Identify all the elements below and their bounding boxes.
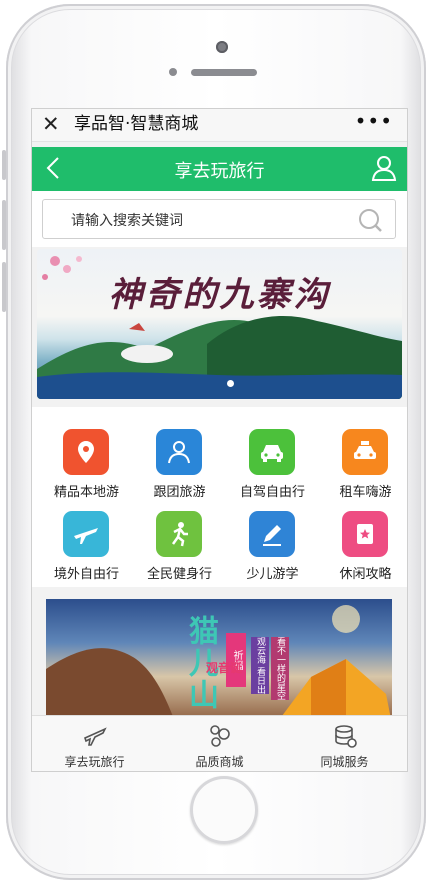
app-screen: ✕ 享品智·智慧商城 ••• 享去玩旅行 请输入搜索关键词 神奇的九寨沟 精品本…: [31, 108, 408, 772]
category-label: 少儿游学: [246, 567, 299, 582]
bookmark-star-icon: [357, 524, 373, 544]
coins-stack-icon: [335, 725, 357, 748]
tab-travel[interactable]: 享去玩旅行: [32, 716, 157, 771]
shop-bubbles-icon: [210, 725, 230, 747]
category-group-tour[interactable]: 跟团旅游: [133, 417, 226, 500]
icon-tile: [63, 511, 109, 557]
location-pin-icon: [78, 441, 94, 463]
carousel-indicator: [227, 380, 234, 387]
tab-label: 品质商城: [195, 755, 244, 769]
mini-program-title: 享品智·智慧商城: [74, 114, 199, 134]
category-label: 境外自由行: [53, 567, 119, 582]
page-title: 享去玩旅行: [174, 161, 265, 182]
car-icon: [261, 445, 283, 462]
airplane-icon: [84, 727, 107, 746]
icon-tile: [249, 511, 295, 557]
banner-carousel[interactable]: 神奇的九寨沟: [37, 249, 402, 399]
icon-tile: [342, 511, 388, 557]
icon-tile: [156, 429, 202, 475]
page-header: 享去玩旅行: [32, 147, 407, 191]
category-overseas[interactable]: 境外自由行: [40, 499, 133, 582]
search-placeholder: 请输入搜索关键词: [71, 213, 183, 229]
icon-tile: [156, 511, 202, 557]
category-label: 跟团旅游: [153, 485, 206, 500]
volume-down-button: [2, 262, 6, 312]
more-icon[interactable]: •••: [355, 111, 393, 131]
promo-banner[interactable]: 猫儿山 祈福 观云海 看日出 看不一样的星空 观音诞: [46, 599, 392, 724]
banner-title: 神奇的九寨沟: [108, 275, 331, 315]
category-fitness[interactable]: 全民健身行: [133, 499, 226, 582]
wechat-topbar: ✕ 享品智·智慧商城 •••: [32, 109, 407, 142]
search-icon[interactable]: [357, 207, 383, 233]
promo-line-3: 观音诞: [206, 661, 243, 675]
user-icon[interactable]: [371, 154, 397, 182]
category-label: 自驾自由行: [239, 485, 305, 500]
airplane-icon: [74, 528, 98, 544]
running-icon: [171, 522, 188, 547]
proximity-sensor: [169, 68, 177, 76]
promo-line-1: 观云海 看日出: [251, 637, 269, 694]
home-button[interactable]: [190, 776, 258, 844]
mute-switch: [2, 150, 6, 180]
group-people-icon: [168, 441, 190, 464]
category-label: 精品本地游: [53, 485, 119, 500]
pencil-icon: [263, 525, 281, 546]
earpiece-speaker: [191, 69, 257, 76]
volume-up-button: [2, 200, 6, 250]
category-label: 租车嗨游: [339, 485, 392, 500]
icon-tile: [63, 429, 109, 475]
category-local-tour[interactable]: 精品本地游: [40, 417, 133, 500]
tab-mall[interactable]: 品质商城: [157, 716, 282, 771]
close-icon[interactable]: ✕: [42, 111, 60, 137]
search-input[interactable]: 请输入搜索关键词: [42, 199, 396, 239]
category-car-rental[interactable]: 租车嗨游: [319, 417, 407, 500]
category-label: 休闲攻略: [339, 567, 392, 582]
category-leisure-guide[interactable]: 休闲攻略: [319, 499, 407, 582]
tab-local-service[interactable]: 同城服务: [282, 716, 407, 771]
category-self-drive[interactable]: 自驾自由行: [226, 417, 319, 500]
category-grid: 精品本地游 跟团旅游 自驾自由行 租车嗨游 境外自由行 全民健身行 少儿游学 休…: [32, 407, 407, 587]
search-area: 请输入搜索关键词: [32, 191, 407, 247]
taxi-icon: [354, 441, 376, 459]
icon-tile: [249, 429, 295, 475]
bottom-tabbar: 享去玩旅行 品质商城 同城服务: [32, 715, 407, 771]
category-label: 全民健身行: [146, 567, 212, 582]
category-kids-study[interactable]: 少儿游学: [226, 499, 319, 582]
tab-label: 同城服务: [320, 755, 369, 769]
tab-label: 享去玩旅行: [64, 755, 125, 769]
icon-tile: [342, 429, 388, 475]
promo-line-2: 看不一样的星空: [271, 637, 289, 700]
front-camera: [216, 41, 228, 53]
